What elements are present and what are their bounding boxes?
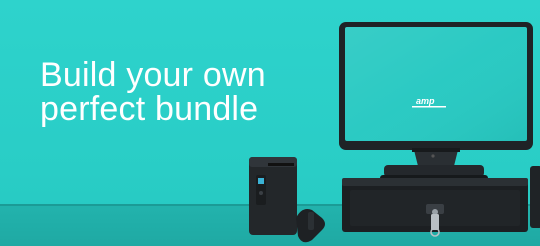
keys-icon [430, 214, 440, 237]
customer-display-icon [530, 166, 540, 228]
screen-logo: amp [416, 96, 435, 106]
promo-banner[interactable]: Build your own perfect bundle amp [0, 0, 540, 246]
receipt-printer-icon [249, 157, 297, 235]
cash-drawer-icon [342, 178, 528, 237]
pos-hardware-illustration: amp [249, 22, 540, 243]
pos-terminal-icon: amp [339, 22, 533, 181]
barcode-scanner-icon [296, 209, 325, 243]
